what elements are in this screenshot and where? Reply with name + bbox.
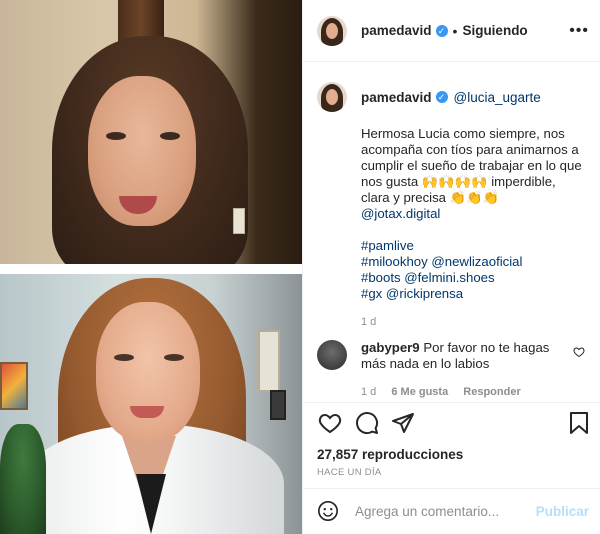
guest-eye-right bbox=[164, 354, 184, 361]
live-video-host[interactable] bbox=[0, 0, 302, 264]
caption-line: nos gusta 🙌🙌🙌🙌 imperdible, bbox=[361, 174, 556, 189]
post-media[interactable] bbox=[0, 0, 302, 534]
guest-face bbox=[96, 302, 200, 442]
caption-link[interactable]: @jotax.digital bbox=[361, 206, 589, 222]
plant bbox=[0, 424, 46, 534]
post-actions: 27,857 reproducciones HACE UN DÍA bbox=[303, 402, 600, 486]
comment-input[interactable]: Agrega un comentario... bbox=[355, 504, 499, 519]
comment-username[interactable]: gabyper9 bbox=[361, 340, 420, 355]
save-bookmark-icon[interactable] bbox=[569, 411, 589, 435]
header-username[interactable]: pamedavid bbox=[361, 23, 432, 38]
wall-frame-small bbox=[270, 390, 286, 420]
wall-frame bbox=[258, 330, 280, 392]
verified-badge-icon: ✓ bbox=[435, 91, 448, 103]
views-count[interactable]: 27,857 reproducciones bbox=[317, 447, 463, 462]
avatar[interactable] bbox=[317, 15, 347, 46]
hashtag-line[interactable]: #milookhoy @newlizaoficial bbox=[361, 254, 589, 270]
comment-likes[interactable]: 6 Me gusta bbox=[391, 386, 448, 398]
caption-mention[interactable]: @lucia_ugarte bbox=[454, 90, 541, 105]
host-eye-left bbox=[106, 132, 126, 140]
host-eye-right bbox=[160, 132, 180, 140]
comment-meta: 1 d 6 Me gusta Responder bbox=[361, 386, 589, 398]
comment-bubble-icon[interactable] bbox=[355, 411, 379, 435]
caption-avatar[interactable] bbox=[317, 82, 347, 112]
add-comment-bar: Agrega un comentario... Publicar bbox=[303, 488, 600, 534]
comment-time[interactable]: 1 d bbox=[361, 386, 376, 398]
comment-like-icon[interactable] bbox=[573, 346, 585, 361]
action-icons bbox=[317, 411, 589, 439]
caption-username[interactable]: pamedavid bbox=[361, 90, 432, 105]
caption-line: Hermosa Lucia como siempre, nos bbox=[361, 126, 565, 141]
hashtag-line[interactable]: #pamlive bbox=[361, 238, 589, 254]
publish-button[interactable]: Publicar bbox=[536, 504, 589, 519]
emoji-smile-icon[interactable] bbox=[317, 500, 339, 522]
more-options-icon[interactable]: ••• bbox=[569, 22, 589, 40]
wall-painting bbox=[0, 362, 28, 410]
like-heart-icon[interactable] bbox=[317, 411, 343, 435]
guest-eye-left bbox=[114, 354, 134, 361]
post-header: pamedavid ✓ • Siguiendo ••• bbox=[303, 0, 600, 62]
caption-line: clara y precisa 👏👏👏 bbox=[361, 190, 499, 205]
comment-text-block: gabyper9 Por favor no te hagas más nada … bbox=[361, 336, 561, 372]
hashtag-line[interactable]: #gx @rickiprensa bbox=[361, 286, 589, 302]
share-paper-plane-icon[interactable] bbox=[391, 411, 415, 435]
caption-line: cumplir el sueño de trabajar en lo que bbox=[361, 158, 582, 173]
reply-button[interactable]: Responder bbox=[463, 386, 520, 398]
comment-item: gabyper9 Por favor no te hagas más nada … bbox=[317, 336, 589, 398]
caption-text: Hermosa Lucia como siempre, nos acompaña… bbox=[361, 126, 589, 302]
post-side-panel: pamedavid ✓ • Siguiendo ••• pamedavid ✓ … bbox=[302, 0, 600, 534]
wall-switch bbox=[233, 208, 245, 234]
comment-avatar[interactable] bbox=[317, 340, 347, 370]
caption-line: acompaña con tíos para animarnos a bbox=[361, 142, 579, 157]
header-separator: • bbox=[452, 22, 458, 39]
verified-badge-icon: ✓ bbox=[435, 24, 448, 37]
following-button[interactable]: Siguiendo bbox=[462, 23, 527, 38]
live-video-guest[interactable] bbox=[0, 274, 302, 534]
post-date[interactable]: HACE UN DÍA bbox=[317, 467, 382, 478]
caption-time[interactable]: 1 d bbox=[361, 316, 589, 328]
hashtag-line[interactable]: #boots @felmini.shoes bbox=[361, 270, 589, 286]
post-caption: pamedavid ✓ @lucia_ugarte Hermosa Lucia … bbox=[317, 82, 589, 328]
